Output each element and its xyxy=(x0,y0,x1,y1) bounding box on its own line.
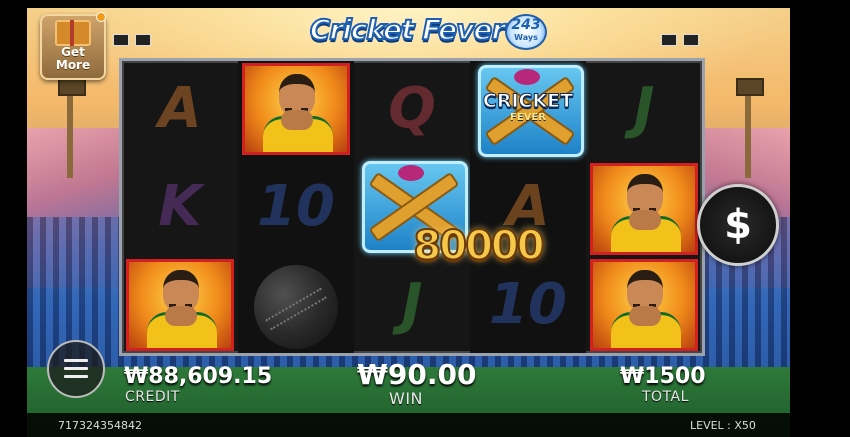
level-indicator: LEVEL : X50 xyxy=(690,419,756,432)
player-symbol-highlighted xyxy=(590,163,698,255)
spin-button[interactable]: $ xyxy=(697,184,779,266)
letterbox-left xyxy=(0,0,27,437)
symbol-cell: A xyxy=(124,61,236,157)
wild-title: CRICKET xyxy=(482,90,574,112)
credit-label: CREDIT xyxy=(125,389,180,405)
symbol-k: K xyxy=(158,174,202,239)
round-id: 717324354842 xyxy=(58,419,142,432)
light-tower-right-head xyxy=(736,78,764,96)
reel-4: CRICKET FEVER A 10 xyxy=(470,61,586,353)
symbol-j: J xyxy=(633,76,655,141)
cricket-ball-icon xyxy=(254,265,338,349)
player-symbol-highlighted xyxy=(242,63,350,155)
game-frame: Cricket Fever 243 Ways Get More A K 10 Q… xyxy=(0,0,850,437)
symbol-cell: K xyxy=(124,159,236,255)
win-value: ₩90.00 xyxy=(357,358,477,391)
symbol-a: A xyxy=(158,76,202,141)
logo-title: Cricket Fever xyxy=(309,12,506,47)
game-logo: Cricket Fever 243 Ways xyxy=(307,8,547,56)
credit-value: ₩88,609.15 xyxy=(124,364,273,389)
light-tower-left xyxy=(67,88,73,178)
symbol-j: J xyxy=(401,272,423,337)
reel-1: A K xyxy=(122,61,238,353)
reel-2: 10 xyxy=(238,61,354,353)
reel-5: J xyxy=(586,61,702,353)
player-symbol-highlighted xyxy=(590,259,698,351)
floodlight-icon xyxy=(113,34,129,46)
floodlight-icon xyxy=(683,34,699,46)
symbol-10: 10 xyxy=(489,272,567,337)
reel-grid: A K 10 Q J CRICKET FEVER A 10 J 80000 xyxy=(119,58,705,356)
symbol-cell: 10 xyxy=(472,257,584,353)
symbol-q: Q xyxy=(388,76,436,141)
player-symbol-highlighted xyxy=(126,259,234,351)
symbol-cell: Q xyxy=(356,61,468,157)
symbol-10: 10 xyxy=(257,174,335,239)
get-more-button[interactable]: Get More xyxy=(40,14,106,80)
letterbox-right xyxy=(790,0,850,437)
light-tower-right xyxy=(745,88,751,178)
total-bet-value[interactable]: ₩1500 xyxy=(620,364,706,389)
symbol-cell: J xyxy=(588,61,700,157)
floodlight-icon xyxy=(135,34,151,46)
wild-symbol: CRICKET FEVER xyxy=(474,61,584,157)
win-amount-overlay: 80000 xyxy=(412,223,545,269)
ways-number: 243 xyxy=(511,17,541,33)
light-tower-left-head xyxy=(58,78,86,96)
reel-3: Q J xyxy=(354,61,470,353)
total-bet-label: TOTAL xyxy=(642,389,689,405)
symbol-cell: 10 xyxy=(240,159,352,255)
menu-button[interactable] xyxy=(47,340,105,398)
ways-label: Ways xyxy=(514,33,538,42)
stadium-background: Cricket Fever 243 Ways Get More A K 10 Q… xyxy=(27,8,790,437)
floodlight-icon xyxy=(661,34,677,46)
get-more-line2: More xyxy=(55,58,91,72)
menu-icon xyxy=(64,359,88,362)
ways-badge: 243 Ways xyxy=(505,14,547,50)
wild-subtitle: FEVER xyxy=(510,112,546,123)
win-label: WIN xyxy=(389,389,424,408)
gift-icon xyxy=(55,20,91,46)
symbol-cell: J xyxy=(356,257,468,353)
notification-dot xyxy=(96,12,106,22)
